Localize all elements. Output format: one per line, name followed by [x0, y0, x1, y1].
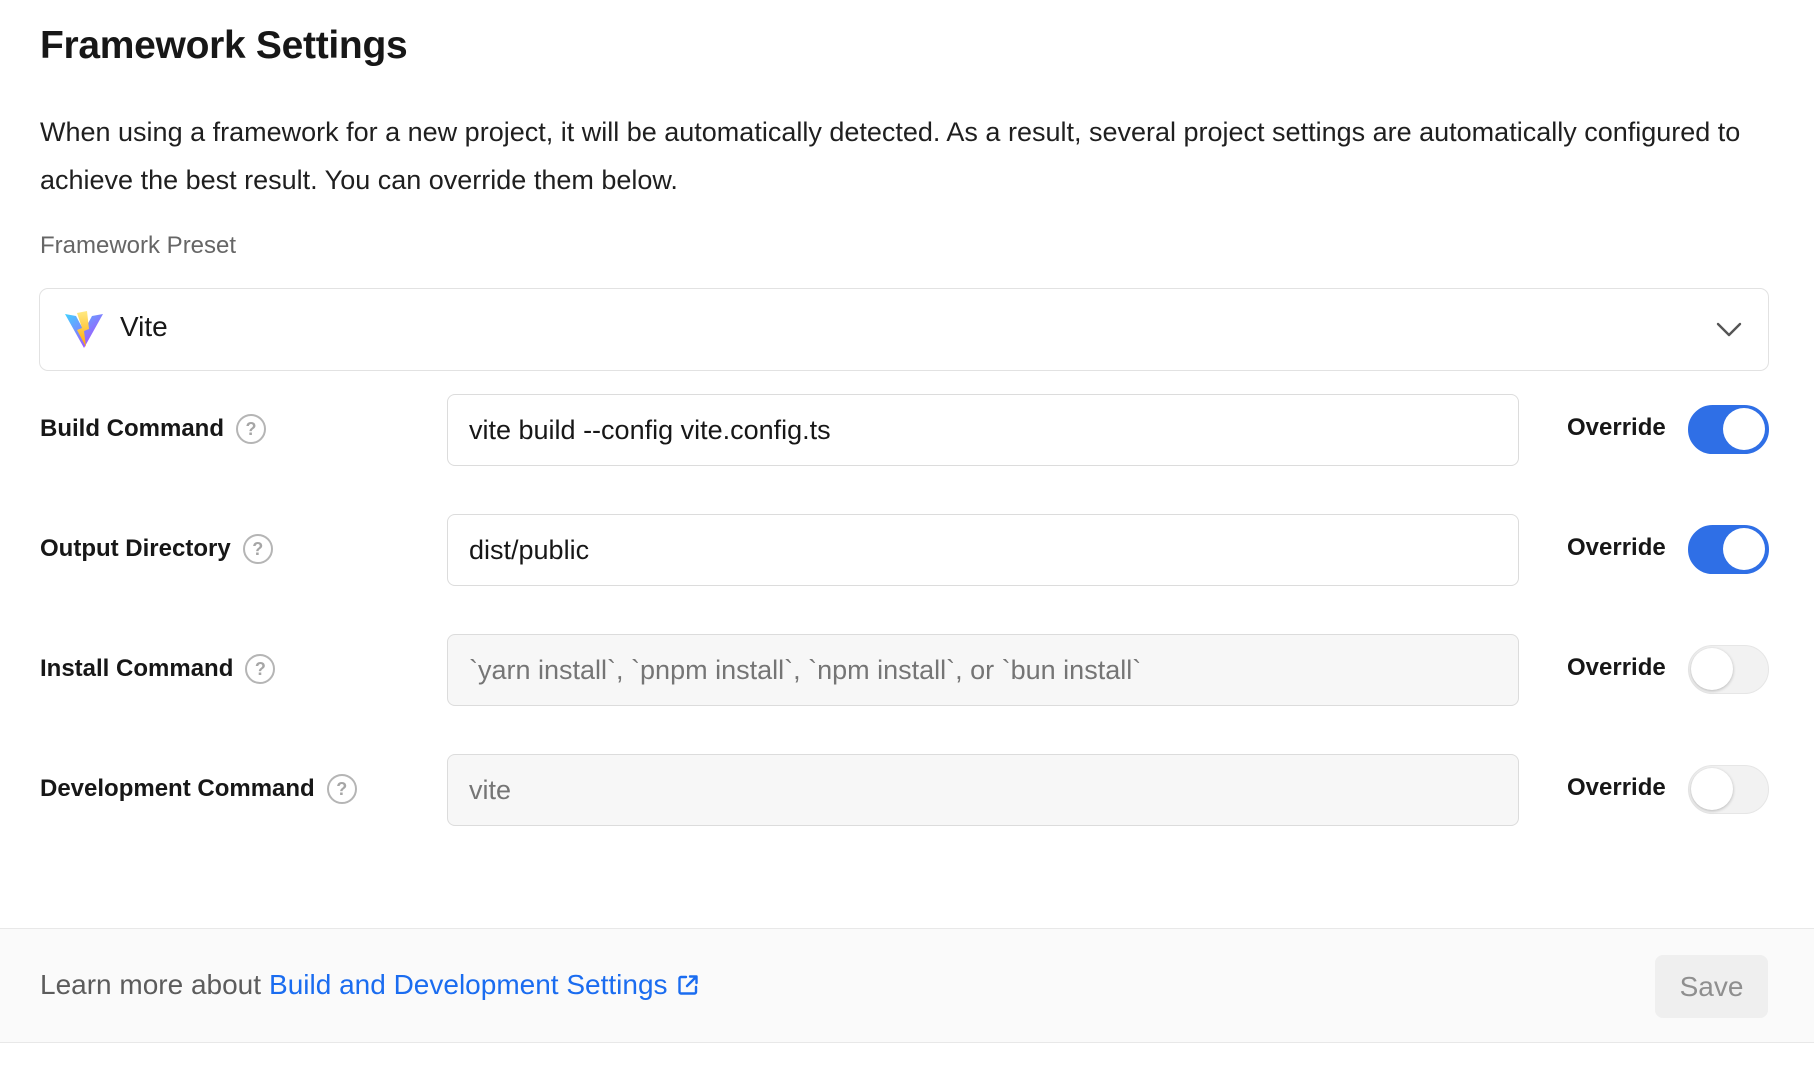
external-link-icon[interactable] — [676, 973, 700, 997]
toggle-knob — [1691, 768, 1733, 810]
build-command-override-toggle[interactable] — [1688, 405, 1769, 454]
learn-more-text: Learn more about Build and Development S… — [40, 969, 700, 1001]
build-command-override-label: Override — [1567, 414, 1666, 441]
help-icon[interactable]: ? — [242, 534, 273, 564]
development-command-row: Development Command ? Override — [40, 754, 1769, 826]
toggle-knob — [1723, 408, 1765, 450]
build-settings-docs-link[interactable]: Build and Development Settings — [269, 969, 667, 1001]
framework-preset-label: Framework Preset — [40, 232, 237, 259]
settings-description: When using a framework for a new project… — [40, 117, 1741, 195]
help-icon[interactable]: ? — [326, 774, 357, 804]
install-command-label: Install Command — [40, 655, 234, 682]
install-command-override-toggle[interactable] — [1688, 645, 1769, 694]
install-command-row: Install Command ? Override — [40, 634, 1769, 706]
help-icon[interactable]: ? — [245, 654, 276, 684]
chevron-down-icon — [1716, 322, 1742, 337]
output-directory-override-toggle[interactable] — [1688, 525, 1769, 574]
output-directory-label: Output Directory — [40, 535, 231, 562]
toggle-knob — [1691, 648, 1733, 690]
development-command-override-toggle[interactable] — [1688, 765, 1769, 814]
development-command-label: Development Command — [40, 775, 315, 802]
output-directory-row: Output Directory ? Override — [40, 514, 1769, 586]
install-command-input[interactable] — [447, 634, 1519, 706]
framework-preset-value: Vite — [120, 311, 168, 342]
output-directory-override-label: Override — [1567, 534, 1666, 561]
build-command-label: Build Command — [40, 415, 224, 442]
development-command-input[interactable] — [447, 754, 1519, 826]
framework-preset-select[interactable]: Vite — [39, 288, 1769, 371]
development-command-override-label: Override — [1567, 774, 1666, 801]
vite-logo-icon — [65, 311, 103, 348]
framework-settings-card: Framework Settings When using a framewor… — [0, 0, 1814, 1081]
build-command-row: Build Command ? Override — [40, 394, 1769, 466]
output-directory-input[interactable] — [447, 514, 1519, 586]
build-command-input[interactable] — [447, 394, 1519, 466]
save-button[interactable]: Save — [1655, 955, 1768, 1018]
page-title: Framework Settings — [40, 24, 408, 67]
toggle-knob — [1723, 528, 1765, 570]
install-command-override-label: Override — [1567, 654, 1666, 681]
help-icon[interactable]: ? — [236, 414, 266, 444]
learn-more-prefix: Learn more about — [40, 969, 262, 1000]
settings-footer: Learn more about Build and Development S… — [0, 928, 1814, 1043]
